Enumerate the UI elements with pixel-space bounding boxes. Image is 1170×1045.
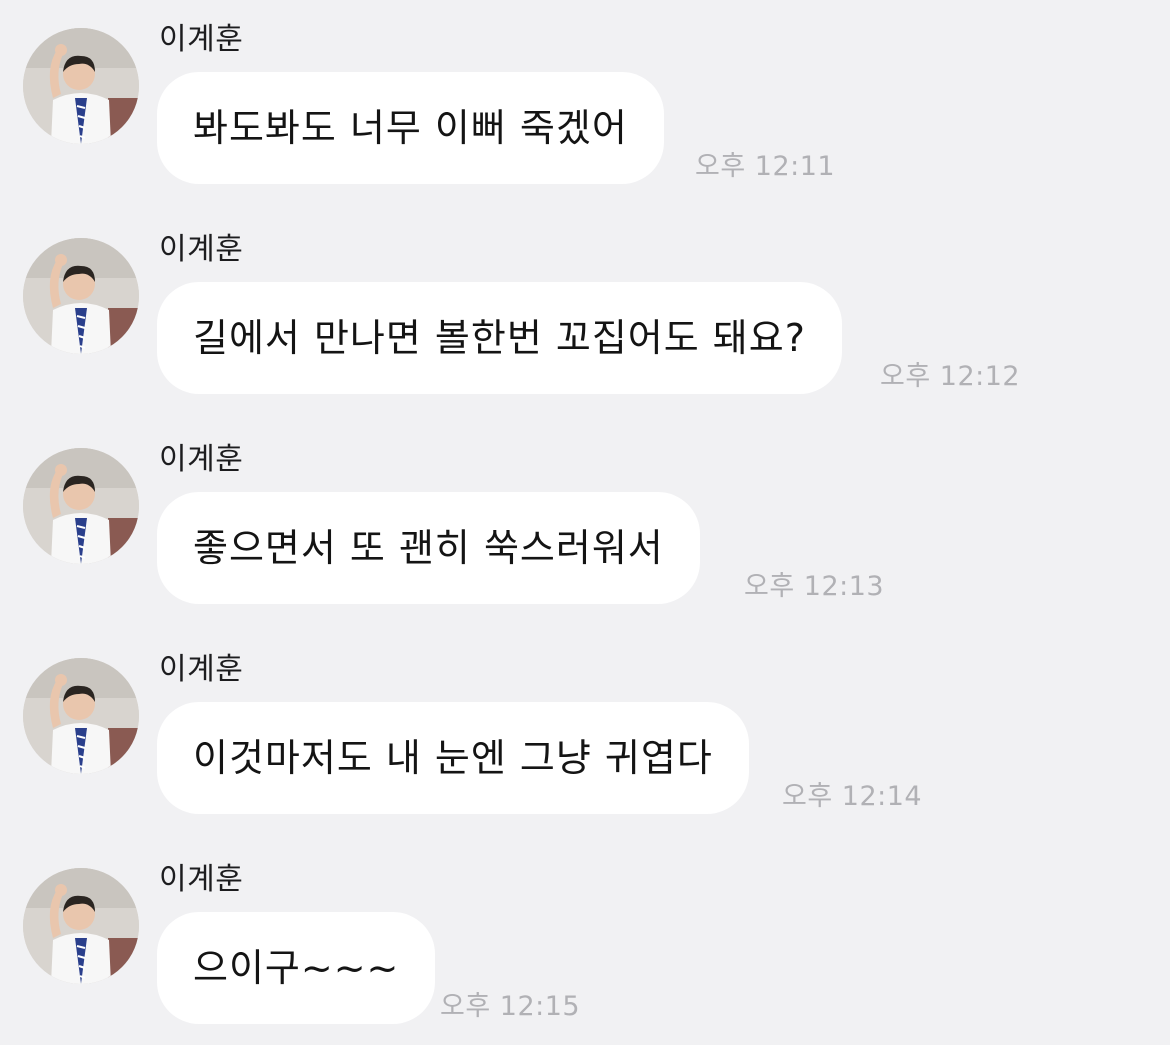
message-bubble[interactable]: 좋으면서 또 괜히 쑥스러워서 (157, 492, 700, 604)
sender-avatar[interactable] (23, 868, 139, 984)
chat-message-list[interactable]: 이계훈 봐도봐도 너무 이뻐 죽겠어 오후 12:11 이계훈 길에서 만나면 … (0, 0, 1170, 1045)
message-timestamp: 오후 12:13 (744, 571, 885, 602)
avatar-photo-icon (23, 448, 139, 564)
sender-name: 이계훈 (159, 22, 244, 57)
message-row: 이계훈 이것마저도 내 눈엔 그냥 귀엽다 오후 12:14 (0, 630, 1170, 830)
message-row: 이계훈 좋으면서 또 괜히 쑥스러워서 오후 12:13 (0, 420, 1170, 620)
sender-avatar[interactable] (23, 28, 139, 144)
sender-name: 이계훈 (159, 232, 244, 267)
message-timestamp: 오후 12:12 (880, 361, 1021, 392)
avatar-photo-icon (23, 28, 139, 144)
avatar-photo-icon (23, 658, 139, 774)
sender-avatar[interactable] (23, 448, 139, 564)
avatar-photo-icon (23, 868, 139, 984)
sender-name: 이계훈 (159, 442, 244, 477)
message-row: 이계훈 길에서 만나면 볼한번 꼬집어도 돼요? 오후 12:12 (0, 210, 1170, 410)
message-row: 이계훈 으이구~~~ 오후 12:15 (0, 840, 1170, 1040)
sender-avatar[interactable] (23, 658, 139, 774)
message-bubble[interactable]: 이것마저도 내 눈엔 그냥 귀엽다 (157, 702, 749, 814)
message-timestamp: 오후 12:11 (695, 151, 836, 182)
message-timestamp: 오후 12:14 (782, 781, 923, 812)
message-bubble[interactable]: 봐도봐도 너무 이뻐 죽겠어 (157, 72, 664, 184)
sender-avatar[interactable] (23, 238, 139, 354)
sender-name: 이계훈 (159, 862, 244, 897)
message-bubble[interactable]: 길에서 만나면 볼한번 꼬집어도 돼요? (157, 282, 842, 394)
message-row: 이계훈 봐도봐도 너무 이뻐 죽겠어 오후 12:11 (0, 0, 1170, 200)
sender-name: 이계훈 (159, 652, 244, 687)
message-bubble[interactable]: 으이구~~~ (157, 912, 436, 1024)
message-timestamp: 오후 12:15 (440, 991, 581, 1022)
avatar-photo-icon (23, 238, 139, 354)
